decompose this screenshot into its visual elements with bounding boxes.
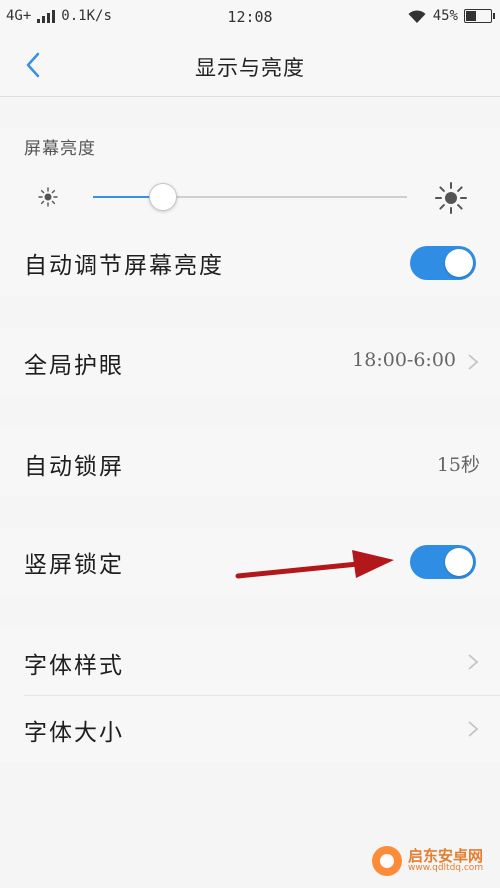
font-style-label[interactable]: 字体样式 [24, 646, 124, 680]
sun-large-icon [435, 182, 467, 214]
chevron-right-icon [468, 721, 479, 737]
brightness-slider-thumb[interactable] [149, 183, 178, 211]
eye-protection-label: 全局护眼 [24, 353, 124, 379]
portrait-lock-label: 竖屏锁定 [24, 552, 124, 578]
eye-protection-value: 18:00-6:00 [352, 349, 456, 371]
watermark: 启东安卓网 www.qdltdq.com [372, 846, 483, 876]
battery-icon [464, 9, 495, 23]
auto-brightness-label: 自动调节屏幕亮度 [24, 253, 224, 279]
watermark-url: www.qdltdq.com [408, 863, 484, 874]
battery-percent: 45% [432, 8, 458, 24]
brightness-slider[interactable] [93, 183, 407, 211]
sun-small-icon [38, 187, 58, 207]
chevron-right-icon [468, 654, 479, 670]
auto-lock-label: 自动锁屏 [24, 454, 124, 480]
battery-fill [466, 11, 476, 21]
toggle-knob [445, 249, 473, 277]
status-bar: 4G+ 0.1K/s 12:08 45% [0, 0, 500, 34]
auto-lock-value: 15秒 [436, 454, 480, 476]
brightness-slider-row [0, 180, 500, 214]
auto-brightness-toggle[interactable] [410, 246, 476, 280]
portrait-lock-toggle[interactable] [410, 545, 476, 579]
watermark-title: 启东安卓网 [408, 846, 484, 865]
chevron-right-icon [468, 354, 479, 370]
watermark-logo-icon [372, 846, 402, 876]
red-arrow-annotation [235, 550, 394, 579]
divider [24, 695, 500, 696]
status-right: 45% [407, 8, 495, 24]
wifi-icon [408, 9, 426, 23]
page-title: 显示与亮度 [195, 56, 305, 80]
brightness-section-label: 屏幕亮度 [24, 139, 96, 159]
title-bar: 显示与亮度 [0, 34, 500, 97]
font-size-label[interactable]: 字体大小 [24, 713, 124, 747]
watermark-text: 启东安卓网 www.qdltdq.com [408, 848, 483, 874]
toggle-knob [445, 548, 473, 576]
